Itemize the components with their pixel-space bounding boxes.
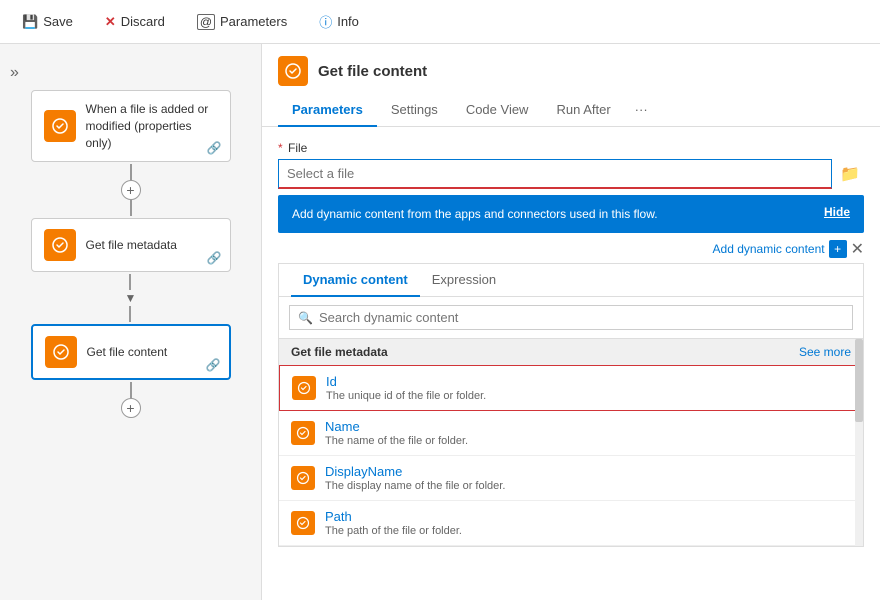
trigger-text: When a file is added or modified (proper… (86, 101, 218, 151)
name-item-desc: The name of the file or folder. (325, 435, 468, 447)
content-area: * File 📁 Add dynamic content from the ap… (262, 127, 880, 600)
displayname-item-label: DisplayName (325, 464, 505, 479)
toolbar: 💾 Save ✕ Discard @ Parameters ⓘ Info (0, 0, 880, 44)
path-item-icon (291, 511, 315, 535)
path-item-label: Path (325, 509, 462, 524)
discard-button[interactable]: ✕ Discard (99, 10, 171, 34)
content-list-container: Get file metadata See more Id The unique… (279, 339, 863, 546)
hide-button[interactable]: Hide (824, 205, 850, 219)
search-row: 🔍 (279, 297, 863, 339)
parameters-icon: @ (197, 14, 215, 30)
displayname-item-icon (291, 466, 315, 490)
metadata-icon (44, 229, 76, 261)
add-step-1-button[interactable]: + (121, 180, 141, 200)
add-dynamic-plus-button[interactable]: + (829, 240, 847, 258)
dynamic-tabs: Dynamic content Expression (279, 264, 863, 297)
id-item-name: Id (326, 374, 486, 389)
content-icon (45, 336, 77, 368)
add-dynamic-content-link[interactable]: Add dynamic content (713, 242, 825, 256)
id-item-desc: The unique id of the file or folder. (326, 390, 486, 402)
save-button[interactable]: 💾 Save (16, 10, 79, 34)
name-item-icon (291, 421, 315, 445)
tab-code-view[interactable]: Code View (452, 94, 543, 127)
displayname-item-desc: The display name of the file or folder. (325, 480, 505, 492)
add-dynamic-row: Add dynamic content + ✕ (278, 239, 864, 259)
dynamic-close-button[interactable]: ✕ (851, 239, 864, 259)
tab-parameters[interactable]: Parameters (278, 94, 377, 127)
parameters-label: Parameters (220, 14, 287, 29)
content-list: Get file metadata See more Id The unique… (279, 339, 863, 546)
collapse-flow-button[interactable]: » (10, 64, 19, 82)
connector-3: + (121, 382, 141, 418)
action-tabs: Parameters Settings Code View Run After … (262, 94, 880, 127)
scrollbar-track (855, 339, 863, 546)
metadata-link-icon: 🔗 (207, 251, 222, 265)
section-title: Get file metadata (291, 345, 388, 359)
connector-2: ▼ (125, 274, 137, 322)
name-item-label: Name (325, 419, 468, 434)
see-more-link[interactable]: See more (799, 345, 851, 359)
banner-text: Add dynamic content from the apps and co… (292, 205, 812, 223)
parameters-button[interactable]: @ Parameters (191, 10, 293, 34)
flow-node-content[interactable]: Get file content 🔗 (31, 324, 231, 380)
content-node-text: Get file content (87, 344, 168, 361)
flow-node-trigger[interactable]: When a file is added or modified (proper… (31, 90, 231, 162)
trigger-link-icon: 🔗 (207, 141, 222, 155)
discard-label: Discard (121, 14, 165, 29)
tab-settings[interactable]: Settings (377, 94, 452, 127)
dynamic-item-id[interactable]: Id The unique id of the file or folder. (279, 365, 863, 411)
tab-more-button[interactable]: ··· (625, 94, 658, 126)
action-header: Get file content (262, 44, 880, 86)
file-field-label: * File (278, 141, 864, 155)
metadata-text: Get file metadata (86, 237, 177, 254)
connector-1: + (121, 164, 141, 216)
dynamic-item-path[interactable]: Path The path of the file or folder. (279, 501, 863, 546)
dynamic-banner: Add dynamic content from the apps and co… (278, 195, 864, 233)
add-step-2-button[interactable]: + (121, 398, 141, 418)
file-input[interactable] (278, 159, 832, 189)
id-item-icon (292, 376, 316, 400)
right-panel: Get file content Parameters Settings Cod… (262, 44, 880, 600)
info-icon: ⓘ (319, 12, 332, 31)
dynamic-panel: Dynamic content Expression 🔍 (278, 263, 864, 547)
section-header: Get file metadata See more (279, 339, 863, 365)
close-icon: ✕ (851, 241, 864, 258)
discard-icon: ✕ (105, 14, 116, 30)
main-area: » When a file is added or modified (prop… (0, 44, 880, 600)
search-input[interactable] (319, 310, 844, 325)
flow-node-metadata[interactable]: Get file metadata 🔗 (31, 218, 231, 272)
info-button[interactable]: ⓘ Info (313, 8, 365, 35)
info-label: Info (337, 14, 359, 29)
save-label: Save (43, 14, 73, 29)
trigger-icon (44, 110, 76, 142)
search-box: 🔍 (289, 305, 853, 330)
path-item-desc: The path of the file or folder. (325, 525, 462, 537)
action-icon (278, 56, 308, 86)
flow-panel: » When a file is added or modified (prop… (0, 44, 262, 600)
file-input-row: 📁 (278, 159, 864, 189)
dynamic-item-displayname[interactable]: DisplayName The display name of the file… (279, 456, 863, 501)
scrollbar-thumb[interactable] (855, 339, 863, 422)
dynamic-tab-expression[interactable]: Expression (420, 264, 508, 297)
dynamic-item-name[interactable]: Name The name of the file or folder. (279, 411, 863, 456)
content-link-icon: 🔗 (206, 358, 221, 372)
file-browse-button[interactable]: 📁 (836, 160, 864, 188)
save-icon: 💾 (22, 14, 38, 30)
action-title: Get file content (318, 63, 427, 80)
tab-run-after[interactable]: Run After (542, 94, 624, 127)
folder-icon: 📁 (840, 166, 860, 183)
dynamic-tab-content[interactable]: Dynamic content (291, 264, 420, 297)
search-icon: 🔍 (298, 311, 313, 325)
